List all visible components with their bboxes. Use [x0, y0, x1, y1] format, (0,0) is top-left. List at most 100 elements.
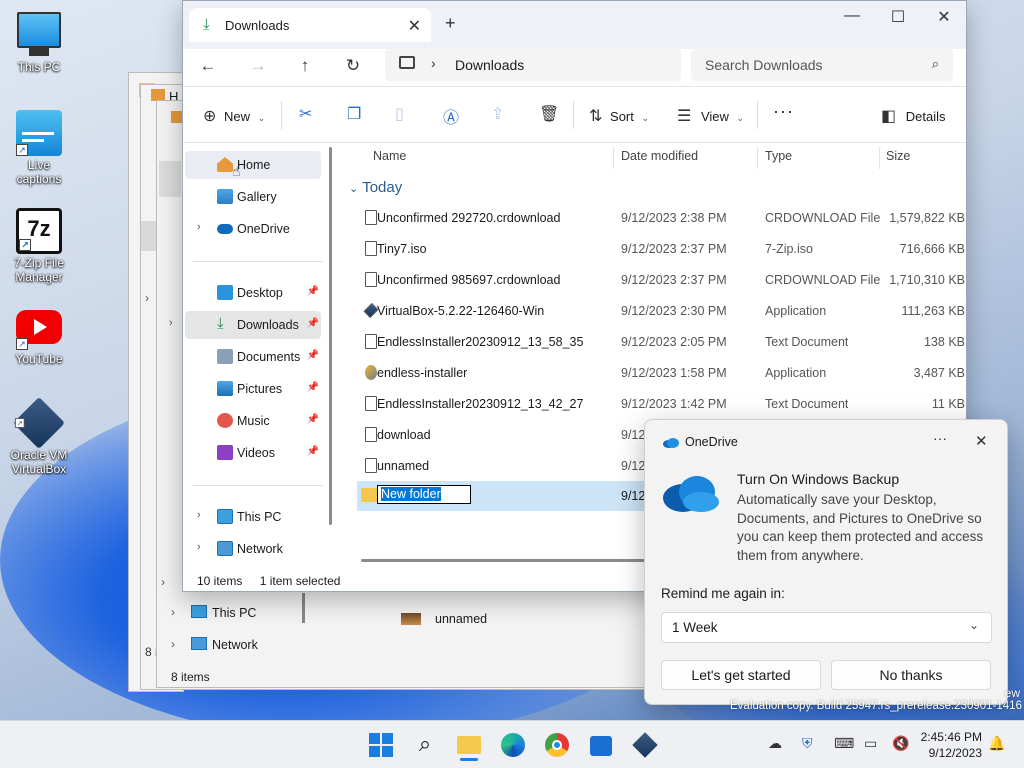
new-tab-button[interactable]: + [445, 13, 456, 34]
table-row[interactable]: VirtualBox-5.2.22-126460-Win 9/12/2023 2:… [357, 296, 967, 326]
group-header-today[interactable]: ⌄ Today [349, 179, 402, 196]
sidebar-item-this-pc[interactable]: This PC [212, 606, 256, 620]
sort-icon: ⇅ [589, 108, 603, 125]
forward-button[interactable]: → [247, 56, 269, 76]
search-icon[interactable]: ⌕ [410, 730, 440, 760]
sidebar-item-videos[interactable]: Videos 📌 [185, 439, 321, 467]
rename-button[interactable]: Ⓐ [443, 104, 459, 128]
desktop-icon-youtube[interactable]: ↗ YouTube [4, 306, 74, 366]
close-icon[interactable]: ✕ [975, 432, 988, 450]
lets-get-started-button[interactable]: Let's get started [661, 660, 821, 690]
pin-icon[interactable]: 📌 [307, 382, 319, 393]
edge-icon[interactable] [498, 730, 528, 760]
column-header-date[interactable]: Date modified [621, 149, 698, 163]
desktop-icon-7zip[interactable]: 7z ↗ 7-Zip File Manager [4, 208, 74, 284]
sidebar-item-gallery[interactable]: Gallery [185, 183, 321, 211]
maximize-button[interactable]: ☐ [875, 7, 921, 27]
sidebar-item-music[interactable]: Music 📌 [185, 407, 321, 435]
paste-button[interactable]: ▯ [395, 104, 404, 124]
pin-icon[interactable]: 📌 [307, 446, 319, 457]
background-file-name[interactable]: unnamed [435, 612, 487, 626]
pin-icon[interactable]: 📌 [307, 318, 319, 329]
onedrive-tray-icon[interactable]: ☁ [768, 735, 782, 752]
cut-button[interactable]: ✂ [299, 104, 312, 124]
sidebar-item-onedrive[interactable]: › OneDrive [185, 215, 321, 243]
chevron-right-icon[interactable]: › [197, 221, 201, 233]
chevron-right-icon[interactable]: › [169, 317, 173, 329]
view-button[interactable]: ☰ View ⌄ [677, 106, 744, 126]
document-icon [365, 396, 377, 411]
column-divider[interactable] [613, 147, 614, 169]
virtualbox-taskbar-icon[interactable] [630, 730, 660, 760]
sidebar-item-this-pc[interactable]: › This PC [185, 503, 321, 531]
search-input[interactable]: Search Downloads ⌕ [691, 49, 953, 81]
keyboard-icon[interactable]: ⌨ [834, 735, 854, 752]
column-divider[interactable] [757, 147, 758, 169]
up-button[interactable]: ↑ [294, 56, 316, 76]
desktop-icon-live-captions[interactable]: ↗ Live captions [4, 110, 74, 186]
sidebar-item-network[interactable]: Network [212, 638, 258, 652]
column-divider[interactable] [879, 147, 880, 169]
more-options-icon[interactable]: ··· [933, 430, 947, 446]
desktop-icon-virtualbox[interactable]: ↗ Oracle VM VirtualBox [4, 396, 74, 476]
table-row[interactable]: EndlessInstaller20230912_13_58_35 9/12/20… [357, 327, 967, 357]
pin-icon[interactable]: 📌 [307, 414, 319, 425]
copy-button[interactable]: ❐ [347, 104, 361, 124]
notification-bell-icon[interactable]: 🔔 [988, 735, 1005, 752]
sidebar-item-documents[interactable]: Documents 📌 [185, 343, 321, 371]
start-button[interactable] [366, 730, 396, 760]
desktop-icon-this-pc[interactable]: This PC [4, 10, 74, 74]
security-shield-icon[interactable]: ⛨ [802, 735, 813, 752]
no-thanks-button[interactable]: No thanks [831, 660, 991, 690]
title-bar[interactable]: ⤓ Downloads ✕ + — ☐ ✕ [183, 1, 966, 49]
refresh-button[interactable]: ↻ [342, 56, 364, 76]
chevron-right-icon[interactable]: › [197, 541, 201, 553]
cell-date: 9/12/2023 2:38 PM [621, 211, 727, 225]
taskbar-clock[interactable]: 2:45:46 PM 9/12/2023 [918, 729, 982, 761]
rename-input[interactable]: New folder [377, 485, 471, 504]
display-icon[interactable]: ▭ [864, 735, 877, 752]
more-options-button[interactable]: ··· [773, 101, 794, 122]
horizontal-scrollbar[interactable] [361, 559, 671, 562]
breadcrumb-downloads[interactable]: Downloads [455, 57, 524, 73]
file-explorer-taskbar-icon[interactable] [454, 730, 484, 761]
column-header-type[interactable]: Type [765, 149, 792, 163]
search-icon[interactable]: ⌕ [932, 56, 939, 72]
pin-icon[interactable]: 📌 [307, 350, 319, 361]
close-tab-icon[interactable]: ✕ [408, 16, 421, 36]
background-scrollbar[interactable] [302, 593, 305, 623]
address-bar[interactable]: › Downloads [385, 49, 681, 81]
sidebar-item-desktop[interactable]: Desktop 📌 [185, 279, 321, 307]
chevron-right-icon[interactable]: › [431, 55, 436, 71]
cell-date: 9/12/2023 2:37 PM [621, 242, 727, 256]
details-button[interactable]: ◧ Details [881, 106, 946, 126]
remind-dropdown[interactable]: 1 Week ⌄ [661, 612, 992, 643]
onedrive-notification[interactable]: OneDrive ··· ✕ Turn On Windows Backup Au… [644, 419, 1008, 705]
document-icon [365, 210, 377, 225]
delete-button[interactable]: 🗑 [539, 104, 559, 124]
minimize-button[interactable]: — [829, 7, 875, 25]
store-icon[interactable] [586, 730, 616, 760]
table-row[interactable]: EndlessInstaller20230912_13_42_27 9/12/20… [357, 389, 967, 419]
close-window-button[interactable]: ✕ [921, 7, 967, 27]
sort-button[interactable]: ⇅ Sort ⌄ [589, 106, 649, 126]
table-row[interactable]: Tiny7.iso 9/12/2023 2:37 PM 7-Zip.iso 716,6… [357, 234, 967, 264]
volume-muted-icon[interactable]: 🔇 [892, 735, 909, 752]
pin-icon[interactable]: 📌 [307, 286, 319, 297]
table-row[interactable]: endless-installer 9/12/2023 1:58 PM Applic… [357, 358, 967, 388]
column-header-name[interactable]: Name [373, 149, 406, 163]
table-row[interactable]: Unconfirmed 292720.crdownload 9/12/2023 2… [357, 203, 967, 233]
new-button[interactable]: ⊕ New ⌄ [203, 106, 265, 126]
sidebar-item-pictures[interactable]: Pictures 📌 [185, 375, 321, 403]
sidebar-item-downloads[interactable]: ⤓ Downloads 📌 › [169, 311, 321, 339]
back-button[interactable]: ← [197, 56, 219, 76]
sidebar-scrollbar[interactable] [329, 147, 332, 525]
table-row[interactable]: Unconfirmed 985697.crdownload 9/12/2023 2… [357, 265, 967, 295]
sidebar-item-home[interactable]: Home ☝ [185, 151, 321, 179]
column-header-size[interactable]: Size [886, 149, 910, 163]
tab-downloads[interactable]: ⤓ Downloads ✕ [189, 8, 431, 42]
chevron-right-icon[interactable]: › [197, 509, 201, 521]
sidebar-item-network[interactable]: › Network [185, 535, 321, 563]
share-button[interactable]: ⇪ [491, 104, 504, 124]
chrome-icon[interactable] [542, 730, 572, 760]
